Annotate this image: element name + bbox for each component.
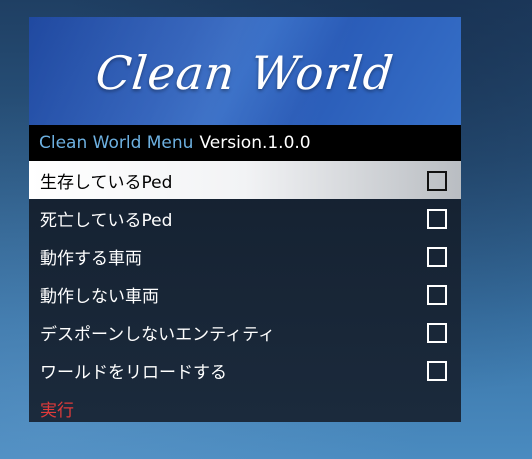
menu-banner: Clean World [29, 17, 461, 125]
menu-item-broken-vehicles[interactable]: 動作しない車両 [29, 275, 461, 313]
menu-item-working-vehicles[interactable]: 動作する車両 [29, 237, 461, 275]
checkbox-empty-icon[interactable] [427, 285, 447, 305]
banner-title: Clean World [93, 46, 397, 100]
menu-item-alive-peds[interactable]: 生存しているPed [29, 161, 461, 199]
menu-item-label: 生存しているPed [40, 172, 173, 193]
menu-items: 生存しているPed 死亡しているPed 動作する車両 動作しない車両 デスポーン… [29, 161, 461, 427]
menu-item-label: 死亡しているPed [40, 210, 173, 231]
menu-item-label: デスポーンしないエンティティ [40, 324, 276, 345]
clean-world-menu: Clean World Clean World Menu Version.1.0… [29, 17, 461, 422]
checkbox-empty-icon[interactable] [427, 209, 447, 229]
menu-item-label: ワールドをリロードする [40, 362, 227, 383]
checkbox-empty-icon[interactable] [427, 171, 447, 191]
menu-subheader: Clean World Menu Version.1.0.0 [29, 125, 461, 161]
menu-name: Clean World Menu [39, 133, 194, 153]
menu-item-label: 動作しない車両 [40, 286, 159, 307]
menu-item-dead-peds[interactable]: 死亡しているPed [29, 199, 461, 237]
menu-item-label: 動作する車両 [40, 248, 142, 269]
checkbox-empty-icon[interactable] [427, 247, 447, 267]
execute-button[interactable]: 実行 [29, 389, 461, 427]
menu-item-reload-world[interactable]: ワールドをリロードする [29, 351, 461, 389]
checkbox-empty-icon[interactable] [427, 323, 447, 343]
menu-item-persistent-entities[interactable]: デスポーンしないエンティティ [29, 313, 461, 351]
menu-version: Version.1.0.0 [199, 133, 311, 153]
execute-label: 実行 [40, 400, 74, 421]
checkbox-empty-icon[interactable] [427, 361, 447, 381]
